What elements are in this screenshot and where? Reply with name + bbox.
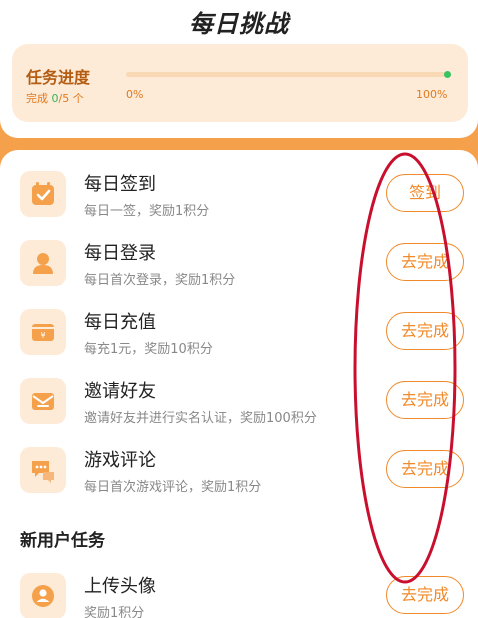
task-desc: 邀请好友并进行实名认证，奖励100积分 — [84, 411, 317, 426]
task-title: 游戏评论 — [84, 450, 156, 471]
task-title: 上传头像 — [84, 576, 156, 597]
task-desc: 奖励1积分 — [84, 606, 145, 618]
chat-bubble-icon — [20, 447, 66, 493]
task-row-recharge: ¥ 每日充值 每充1元，奖励10积分 去完成 — [0, 298, 478, 364]
progress-title: 任务进度 — [26, 68, 91, 87]
task-title: 每日充值 — [84, 312, 156, 333]
task-list: 每日签到 每日一签，奖励1积分 签到 每日登录 每日首次登录，奖励1积分 去完成… — [0, 150, 478, 618]
avatar-upload-icon — [20, 573, 66, 618]
user-icon — [20, 240, 66, 286]
task-desc: 每日一签，奖励1积分 — [84, 204, 210, 219]
progress-count-done: 0 — [51, 92, 59, 105]
avatar-complete-button[interactable]: 去完成 — [386, 576, 464, 614]
svg-text:¥: ¥ — [40, 331, 45, 340]
invite-complete-button[interactable]: 去完成 — [386, 381, 464, 419]
progress-card: 任务进度 完成 0/5 个 0% 100% — [12, 44, 468, 122]
task-title: 每日登录 — [84, 243, 156, 264]
header-area: 每日挑战 任务进度 完成 0/5 个 0% 100% — [0, 0, 478, 138]
task-row-review: 游戏评论 每日首次游戏评论，奖励1积分 去完成 — [0, 436, 478, 502]
recharge-complete-button[interactable]: 去完成 — [386, 312, 464, 350]
task-row-avatar: 上传头像 奖励1积分 去完成 — [0, 562, 478, 618]
task-desc: 每日首次游戏评论，奖励1积分 — [84, 480, 262, 495]
task-desc: 每日首次登录，奖励1积分 — [84, 273, 236, 288]
progress-count-prefix: 完成 — [26, 92, 52, 105]
yuan-card-icon: ¥ — [20, 309, 66, 355]
new-user-section-title: 新用户任务 — [20, 531, 105, 551]
task-desc: 每充1元，奖励10积分 — [84, 342, 213, 357]
calendar-check-icon — [20, 171, 66, 217]
task-row-login: 每日登录 每日首次登录，奖励1积分 去完成 — [0, 229, 478, 295]
checkin-button[interactable]: 签到 — [386, 174, 464, 212]
task-row-checkin: 每日签到 每日一签，奖励1积分 签到 — [0, 160, 478, 226]
task-title: 每日签到 — [84, 174, 156, 195]
progress-count: 完成 0/5 个 — [26, 90, 84, 106]
envelope-icon — [20, 378, 66, 424]
progress-start-label: 0% — [126, 88, 144, 101]
review-complete-button[interactable]: 去完成 — [386, 450, 464, 488]
page-title: 每日挑战 — [189, 10, 289, 38]
progress-bar — [126, 71, 451, 78]
progress-bar-marker — [444, 71, 451, 78]
login-complete-button[interactable]: 去完成 — [386, 243, 464, 281]
task-row-invite: 邀请好友 邀请好友并进行实名认证，奖励100积分 去完成 — [0, 367, 478, 433]
task-title: 邀请好友 — [84, 381, 156, 402]
progress-end-label: 100% — [416, 88, 448, 101]
progress-count-suffix: /5 个 — [58, 92, 84, 105]
